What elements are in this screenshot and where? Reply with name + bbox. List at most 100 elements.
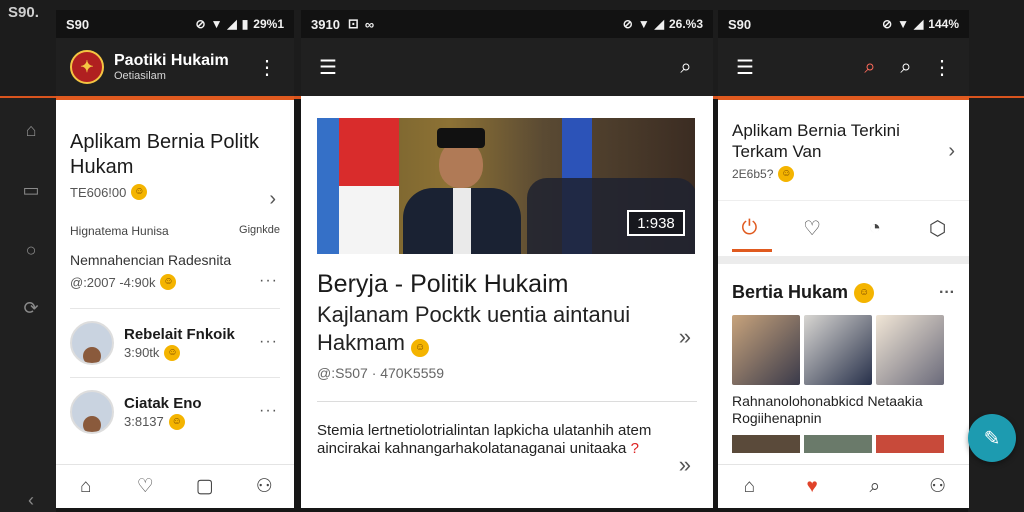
background-side-rail: ⌂ ▭ ○ ⟳ ‹ (0, 98, 56, 512)
hero-image[interactable]: 1:938 (317, 118, 695, 254)
card-line-1-left: Hignatema Hunisa (70, 224, 169, 238)
share-icon[interactable]: ⬡ (918, 216, 958, 241)
square-icon: ▭ (22, 180, 40, 200)
news-thumbnail[interactable] (804, 435, 872, 453)
emoji-icon: ☺ (854, 282, 875, 303)
news-thumbnail[interactable] (804, 315, 872, 385)
signal-icon: ◢ (227, 17, 237, 31)
thumbnail-row (732, 315, 955, 385)
more-horiz-icon[interactable]: ··· (259, 272, 278, 290)
heart-icon[interactable]: ♡ (132, 474, 158, 500)
shield-icon[interactable]: ♡ (792, 216, 832, 241)
search-icon[interactable]: ⌕ (673, 54, 699, 80)
more-vert-icon[interactable]: ⋮ (254, 54, 280, 80)
app-subtitle: Oetiasilam (114, 70, 166, 82)
home-icon[interactable]: ⌂ (736, 474, 762, 500)
app-bar: ☰ ⌕ ⌕ ⋮ (718, 38, 969, 96)
snippet-body: Stemia lertnetiolotrialintan lapkicha ul… (317, 422, 652, 457)
card-line-1-right: Gignkde (239, 224, 280, 236)
news-thumbnail[interactable] (876, 435, 944, 453)
status-time: S90 (728, 16, 752, 32)
card-line-1: Hignatema Hunisa Gignkde (70, 224, 280, 238)
chevron-double-right-icon[interactable]: » (679, 324, 691, 350)
list-item-person-2[interactable]: Ciatak Eno 3:8137 ☺ ··· (70, 378, 280, 446)
card-title: Aplikam Bernia Terkini Terkam Van (732, 121, 900, 161)
bookmark-icon[interactable]: ▢ (192, 474, 218, 500)
feed: Aplikam Bernia Politk Hukam › TE606!00 ☺… (56, 130, 294, 446)
divider (317, 401, 697, 402)
chevron-right-icon[interactable]: › (948, 140, 955, 163)
comment-icon[interactable]: ◔ (855, 217, 895, 240)
vibrate-icon: ⊘ (622, 17, 633, 31)
power-icon[interactable]: ⏻ (729, 217, 769, 240)
back-arrow-icon[interactable]: ‹ (20, 490, 42, 512)
more-horiz-icon[interactable]: ··· (259, 333, 278, 351)
person-name: Rebelait Fnkoik (124, 325, 235, 343)
card-title: Aplikam Bernia Politk Hukam (70, 131, 259, 178)
battery-percent: 144% (928, 17, 959, 31)
bottom-navigation: ⌂ ♥ ⌕ ⚇ (718, 464, 969, 508)
article-meta: @:S507 · 470K5559 (317, 365, 445, 381)
status-icons: ⊘ ▼ ◢ ▮ 29%1 (196, 17, 285, 31)
home-icon[interactable]: ⌂ (73, 474, 99, 500)
battery-icon: ▮ (241, 17, 249, 31)
phone-screen-2: 3910 ⊡ ∞ ⊘ ▼ ◢ 26.%3 ☰ ⌕ 1:938 Beryja - … (301, 10, 713, 508)
status-icons: ⊘ ▼ ◢ 26.%3 (623, 17, 703, 31)
active-tab-underline (732, 249, 772, 252)
menu-icon[interactable]: ☰ (315, 54, 341, 80)
search-icon[interactable]: ⌕ (862, 474, 888, 500)
emoji-icon: ☺ (168, 413, 185, 430)
card-meta-text: TE606!00 (70, 184, 127, 200)
list-item-person-1[interactable]: Rebelait Fnkoik 3:90tk ☺ ··· (70, 309, 280, 377)
card-meta-text: 2E6b5? (732, 167, 774, 181)
avatar (70, 321, 114, 365)
featured-card[interactable]: Aplikam Bernia Politk Hukam › TE606!00 ☺… (70, 130, 280, 290)
more-vert-icon[interactable]: ⋮ (929, 54, 955, 80)
more-horiz-icon[interactable]: ··· (259, 402, 278, 420)
featured-card[interactable]: Aplikam Bernia Terkini Terkam Van › 2E6b… (718, 120, 969, 182)
person-meta: 3:90tk ☺ (124, 344, 235, 361)
home-outline-icon: ⌂ (25, 120, 37, 140)
avatar (70, 390, 114, 434)
compose-fab-button[interactable]: ✎ (968, 414, 1016, 462)
news-thumbnail[interactable] (732, 435, 800, 453)
status-bar: 3910 ⊡ ∞ ⊘ ▼ ◢ 26.%3 (301, 10, 713, 38)
person-meta-text: 3:90tk (124, 345, 160, 360)
chevron-double-right-icon[interactable]: » (679, 452, 691, 478)
flag-red-white (339, 118, 399, 254)
status-time: 3910 (311, 16, 340, 32)
notification-icon: ⊡ (347, 16, 359, 31)
section-separator (718, 256, 969, 264)
search-icon: ○ (25, 240, 37, 260)
menu-icon[interactable]: ☰ (732, 54, 758, 80)
headline: Beryja - Politik Hukaim (317, 270, 569, 298)
sync-icon: ∞ (364, 16, 375, 32)
chevron-right-icon[interactable]: › (269, 188, 276, 211)
profile-icon[interactable]: ⚇ (925, 474, 951, 500)
search-icon-secondary[interactable]: ⌕ (893, 54, 919, 80)
flag-blue (317, 118, 339, 254)
card-meta: 2E6b5? ☺ (732, 166, 955, 182)
vibrate-icon: ⊘ (882, 17, 893, 31)
status-time: S90 (66, 16, 90, 32)
signal-icon: ◢ (654, 17, 664, 31)
heart-icon[interactable]: ♥ (799, 474, 825, 500)
news-thumbnail[interactable] (732, 315, 800, 385)
app-title: Paotiki Hukaim (114, 52, 229, 69)
wifi-icon: ▼ (897, 17, 910, 31)
more-horiz-icon[interactable]: ··· (939, 284, 955, 302)
article-snippet[interactable]: Stemia lertnetiolotrialintan lapkicha ul… (301, 422, 713, 477)
wifi-icon: ▼ (637, 17, 650, 31)
news-thumbnail[interactable] (876, 315, 944, 385)
emoji-icon: ☺ (160, 274, 177, 290)
battery-percent: 29%1 (253, 17, 284, 31)
article-header[interactable]: Beryja - Politik Hukaim Kajlanam Pocktk … (301, 270, 713, 357)
status-bar: S90 ⊘ ▼ ◢ ▮ 29%1 (56, 10, 294, 38)
thumbnail-row-2 (732, 435, 955, 453)
pencil-icon: ✎ (983, 427, 1001, 450)
search-icon[interactable]: ⌕ (857, 54, 883, 80)
garuda-logo-icon: ✦ (70, 50, 104, 84)
profile-icon[interactable]: ⚇ (251, 474, 277, 500)
person-meta-text: 3:8137 (124, 414, 164, 429)
news-caption: Rahnanolohonabkicd Netaakia Rogiihenapni… (732, 393, 923, 426)
